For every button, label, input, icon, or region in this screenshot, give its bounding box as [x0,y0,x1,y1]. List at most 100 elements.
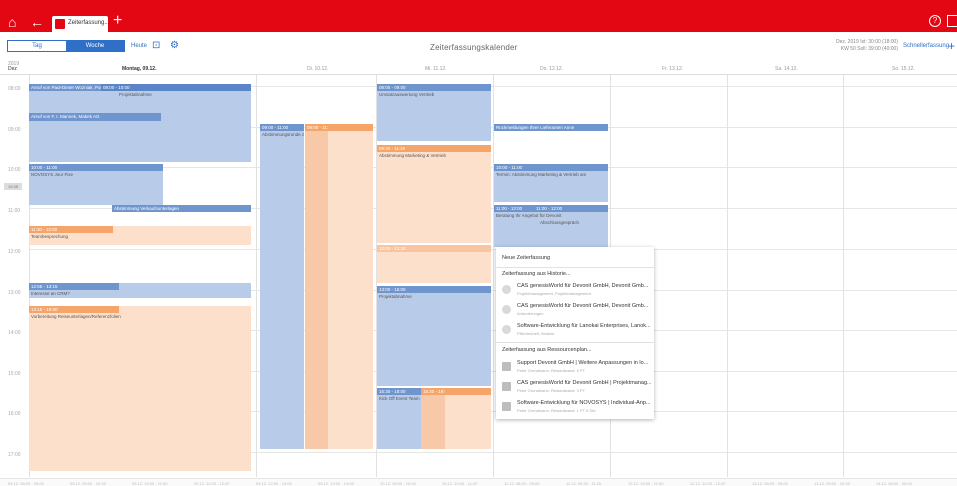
event-title: Rückmeldungen Ihrer Lieferanten Anne [494,124,608,131]
home-icon[interactable]: ⌂ [8,15,16,29]
period-month-hours: Dez. 2019 Ist: 30:00 (18:00) [836,39,898,45]
day-header-sun[interactable]: So. 15.12. [892,66,915,72]
back-icon[interactable]: ← [30,15,44,29]
menu-history-item[interactable]: CAS genesisWorld für Devonit GmbH, Devon… [500,282,650,299]
calendar-event[interactable]: 15:30 - 18:00 Kick Off Event Team Just f… [377,388,421,449]
calendar-event[interactable] [445,388,491,449]
day-header-wed[interactable]: Mi. 11.12. [425,66,447,72]
day-header-fri[interactable]: Fr. 13.12. [662,66,683,72]
hour-label: 17:00 [8,452,21,458]
menu-resource-item[interactable]: CAS genesisWorld für Devonit GmbH | Proj… [500,379,652,396]
calendar-event[interactable]: 13:00 - 15:00 Projektabnahme [377,286,491,386]
calendar-event[interactable]: 11:30 - 12:00 Teambesprechung [29,226,251,245]
plus-icon[interactable]: + [948,39,955,53]
menu-item-title: CAS genesisWorld für Devonit GmbH, Devon… [517,303,649,309]
today-button[interactable]: Heute [131,43,147,49]
view-switch: Tag Woche [7,40,125,52]
event-text: Teambesprechung [31,234,69,239]
calendar-event[interactable]: 15:30 - 18:00 [421,388,445,449]
calendar-event[interactable]: Abstimmung Verkaufsunterlagen [112,205,251,213]
event-text: Interesse an CRM? [31,291,70,296]
menu-item-title: Support Devonit GmbH | Weitere Anpassung… [517,360,649,366]
filter-icon[interactable]: ⚙ [170,40,182,52]
day-header-sat[interactable]: Sa. 14.12. [775,66,798,72]
event-time: 11:00 - 12:00 [534,205,608,212]
task-icon [502,382,511,391]
event-text: Kick Off Event Team Just for Fun - Board… [379,396,421,401]
menu-history-item[interactable]: Software-Entwicklung für Lanokai Enterpr… [500,322,651,339]
logout-icon[interactable] [947,15,957,27]
event-time: 12:55 - 13:15 [29,283,119,290]
event-title [445,388,491,395]
calendar-event[interactable]: 10:00 - 11:00 NOVOSYS Jour Fixe [29,164,163,205]
day-column-line [493,75,494,477]
calendar-event[interactable]: 10:00 - 11:00 Termin: Abstimmung Marketi… [494,164,608,202]
header-divider [0,74,957,75]
day-header-mon[interactable]: Montag, 09.12. [122,66,156,72]
app-header: ⌂ ← Zeiterfassung... + ? [0,0,957,32]
page-title: Zeiterfassungskalender [430,43,518,52]
period-week-hours: KW 50 Soll: 39:00 (40:00) [840,46,898,52]
menu-history-item[interactable]: CAS genesisWorld für Devonit GmbH, Devon… [500,302,650,319]
event-time: 09:30 - 11:20 [377,145,491,152]
timeline-entry: 10.12. 09:00 - 10:00 [380,481,416,486]
menu-entry-from-history[interactable]: Zeiterfassung aus Historie... [502,271,570,277]
calendar-icon [55,19,65,29]
view-week-button[interactable]: Woche [66,41,124,51]
tab-label: Zeiterfassung... [68,20,110,26]
event-time: 09:00 - 11:00 [305,124,328,131]
tab-zeiterfassung[interactable]: Zeiterfassung... [52,16,110,32]
calendar-event[interactable]: 13:15 - 18:00 Vorbereitung Reiseunterlag… [29,306,251,471]
menu-divider [496,267,654,268]
event-text: NOVOSYS Jour Fixe [31,172,74,177]
event-time: 08:00 - 10:00 [101,84,251,91]
hour-label: 13:00 [8,290,21,296]
menu-item-subtitle: Peter Grundmann, Restaufwand: 5 PT [517,368,586,373]
add-tab-icon[interactable]: + [113,13,122,29]
event-text: Vorbereitung Reiseunterlagen/Referenzfol… [31,314,121,319]
calendar-event[interactable]: 09:00 - 11:00 Abstimmungsrunde zum Marke… [260,124,304,449]
day-header-tue[interactable]: Di. 10.12. [307,66,328,72]
event-text: Abschlussgespräch [540,220,580,225]
menu-item-title: CAS genesisWorld für Devonit GmbH | Proj… [517,380,652,386]
day-header-thu[interactable]: Do. 12.12. [540,66,563,72]
calendar-event[interactable]: 08:00 - 09:00 Umsatzauswertung Vertrieb [377,84,491,141]
menu-item-subtitle: Peter Grundmann, Restaufwand: 1 PT 6 Std [517,408,596,413]
period-summary: Dez. 2019 Ist: 30:00 (18:00) KW 50 Soll:… [810,39,898,53]
quick-entry-button[interactable]: Schnellerfassung [903,43,949,49]
day-column-line [843,75,844,477]
timeline-entry: 12.12. 10:00 - 11:00 [628,481,664,486]
timeline-entry: 10.12. 10:00 - 11:00 [442,481,478,486]
time-entry-icon [502,285,511,294]
menu-item-title: CAS genesisWorld für Devonit GmbH, Devon… [517,283,649,289]
task-icon [502,362,511,371]
event-time: 08:00 - 09:00 [377,84,491,91]
menu-resource-item[interactable]: Software-Entwicklung für NOVOSYS | Indiv… [500,399,651,416]
help-icon[interactable]: ? [929,15,941,27]
menu-entry-from-resource-plan[interactable]: Zeiterfassung aus Ressourcenplan... [502,347,592,353]
calendar-event[interactable]: 11:00 - 12:00 11:00 - 12:00 Beratung Ihr… [494,205,608,247]
calendar-settings-icon[interactable]: ⊡ [152,40,164,52]
menu-resource-item[interactable]: Support Devonit GmbH | Weitere Anpassung… [500,359,650,376]
menu-item-subtitle: Anforderungen [517,311,544,316]
bottom-timeline[interactable]: 09.12. 08:00 - 09:00 09.12. 09:00 - 10:0… [0,478,957,486]
calendar-event[interactable]: 12:55 - 13:15 Interesse an CRM? [29,283,251,298]
calendar-event[interactable]: 09:30 - 11:20 Abstimmung Marketing & Ver… [377,145,491,243]
calendar-event[interactable]: 12:00 - 12:30 [377,245,491,283]
hour-label: 11:00 [8,208,21,214]
event-time: 09:00 - 11:00 [260,124,304,131]
hour-label: 16:00 [8,411,21,417]
event-title: Anruf von F. I. Mannek, Mabek AG [29,113,161,120]
calendar-event[interactable]: 09:00 - 11:00 [305,124,328,449]
calendar-event[interactable]: Anruf von Paul-Dieter Wozniak, Portfolio… [29,84,251,162]
menu-new-time-entry[interactable]: Neue Zeiterfassung [502,255,550,261]
hour-label: 12:00 [8,249,21,255]
hour-label: 15:00 [8,371,21,377]
time-entry-icon [502,305,511,314]
calendar-event[interactable]: Anruf von F. I. Mannek, Mabek AG [29,113,161,121]
calendar-event[interactable]: Rückmeldungen Ihrer Lieferanten Anne [494,124,608,132]
event-time: 10:00 - 11:00 [494,164,608,171]
calendar-event[interactable] [328,124,373,449]
hour-label: 08:00 [8,86,21,92]
view-day-button[interactable]: Tag [8,41,66,51]
